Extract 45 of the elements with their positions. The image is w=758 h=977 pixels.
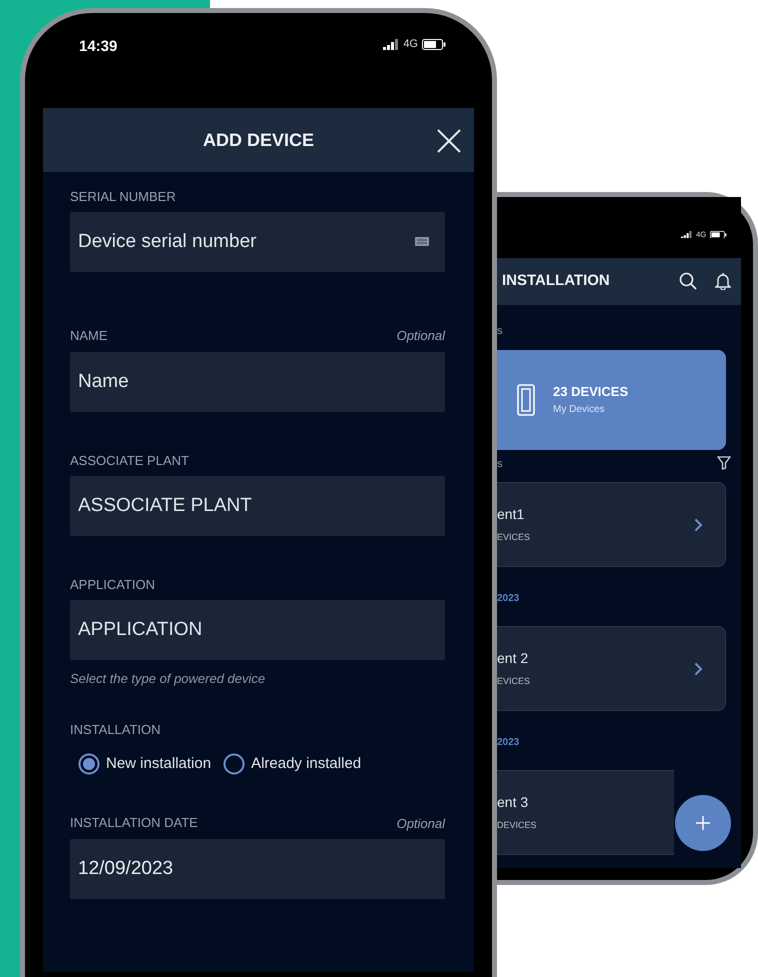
plant-card[interactable]: ent 3 DEVICES xyxy=(497,770,674,855)
device-count: DEVICES xyxy=(497,819,537,832)
device-icon xyxy=(517,384,535,416)
screen-title: ADD DEVICE xyxy=(202,128,314,152)
optional-label: Optional xyxy=(396,327,445,345)
plus-icon xyxy=(695,815,711,831)
date-label: 2023 xyxy=(497,736,520,750)
date-label: 2023 xyxy=(497,592,520,606)
battery-icon xyxy=(710,230,727,238)
screen-title: INSTALLATION xyxy=(502,271,611,292)
signal-icon xyxy=(680,230,692,238)
input-field[interactable]: APPLICATION xyxy=(70,600,445,660)
input-field[interactable]: Name xyxy=(70,352,445,412)
device-count: 23 DEVICES xyxy=(553,383,628,402)
close-button[interactable] xyxy=(436,128,462,154)
battery-icon xyxy=(422,38,446,50)
device-count: EVICES xyxy=(497,531,530,544)
section-label: s xyxy=(497,324,502,339)
radio-option[interactable]: New installation xyxy=(78,753,212,776)
field-label: INSTALLATION xyxy=(70,721,161,739)
field-label: APPLICATION xyxy=(70,576,156,594)
card-caption: My Devices xyxy=(553,402,606,417)
plant-name: ent 3 xyxy=(497,793,530,812)
radio-option[interactable]: Already installed xyxy=(223,753,362,776)
devices-card[interactable]: 23 DEVICES My Devices xyxy=(497,350,726,450)
hint-text: Select the type of powered device xyxy=(70,670,266,688)
input-field[interactable]: ASSOCIATE PLANT xyxy=(70,476,445,536)
field-label: NAME xyxy=(70,326,108,345)
input-field[interactable]: Device serial number xyxy=(70,212,445,272)
plant-name: ent1 xyxy=(497,505,526,524)
filter-icon xyxy=(717,456,731,470)
network-label: 4G xyxy=(403,37,418,52)
status-time: 14:39 xyxy=(79,37,118,57)
plant-name: ent 2 xyxy=(497,649,530,668)
optional-label: Optional xyxy=(396,814,445,833)
field-label: INSTALLATION DATE xyxy=(70,814,198,832)
plant-card[interactable]: ent 2 EVICES xyxy=(497,626,726,711)
section-label: s xyxy=(497,456,502,472)
field-label: ASSOCIATE PLANT xyxy=(70,452,189,470)
field-label: SERIAL NUMBER xyxy=(70,188,176,206)
input-field[interactable]: 12/09/2023 xyxy=(70,839,445,899)
plant-card[interactable]: ent1 EVICES xyxy=(497,482,726,567)
keyboard-icon xyxy=(415,237,429,246)
signal-icon xyxy=(383,38,400,50)
device-count: EVICES xyxy=(497,675,530,688)
